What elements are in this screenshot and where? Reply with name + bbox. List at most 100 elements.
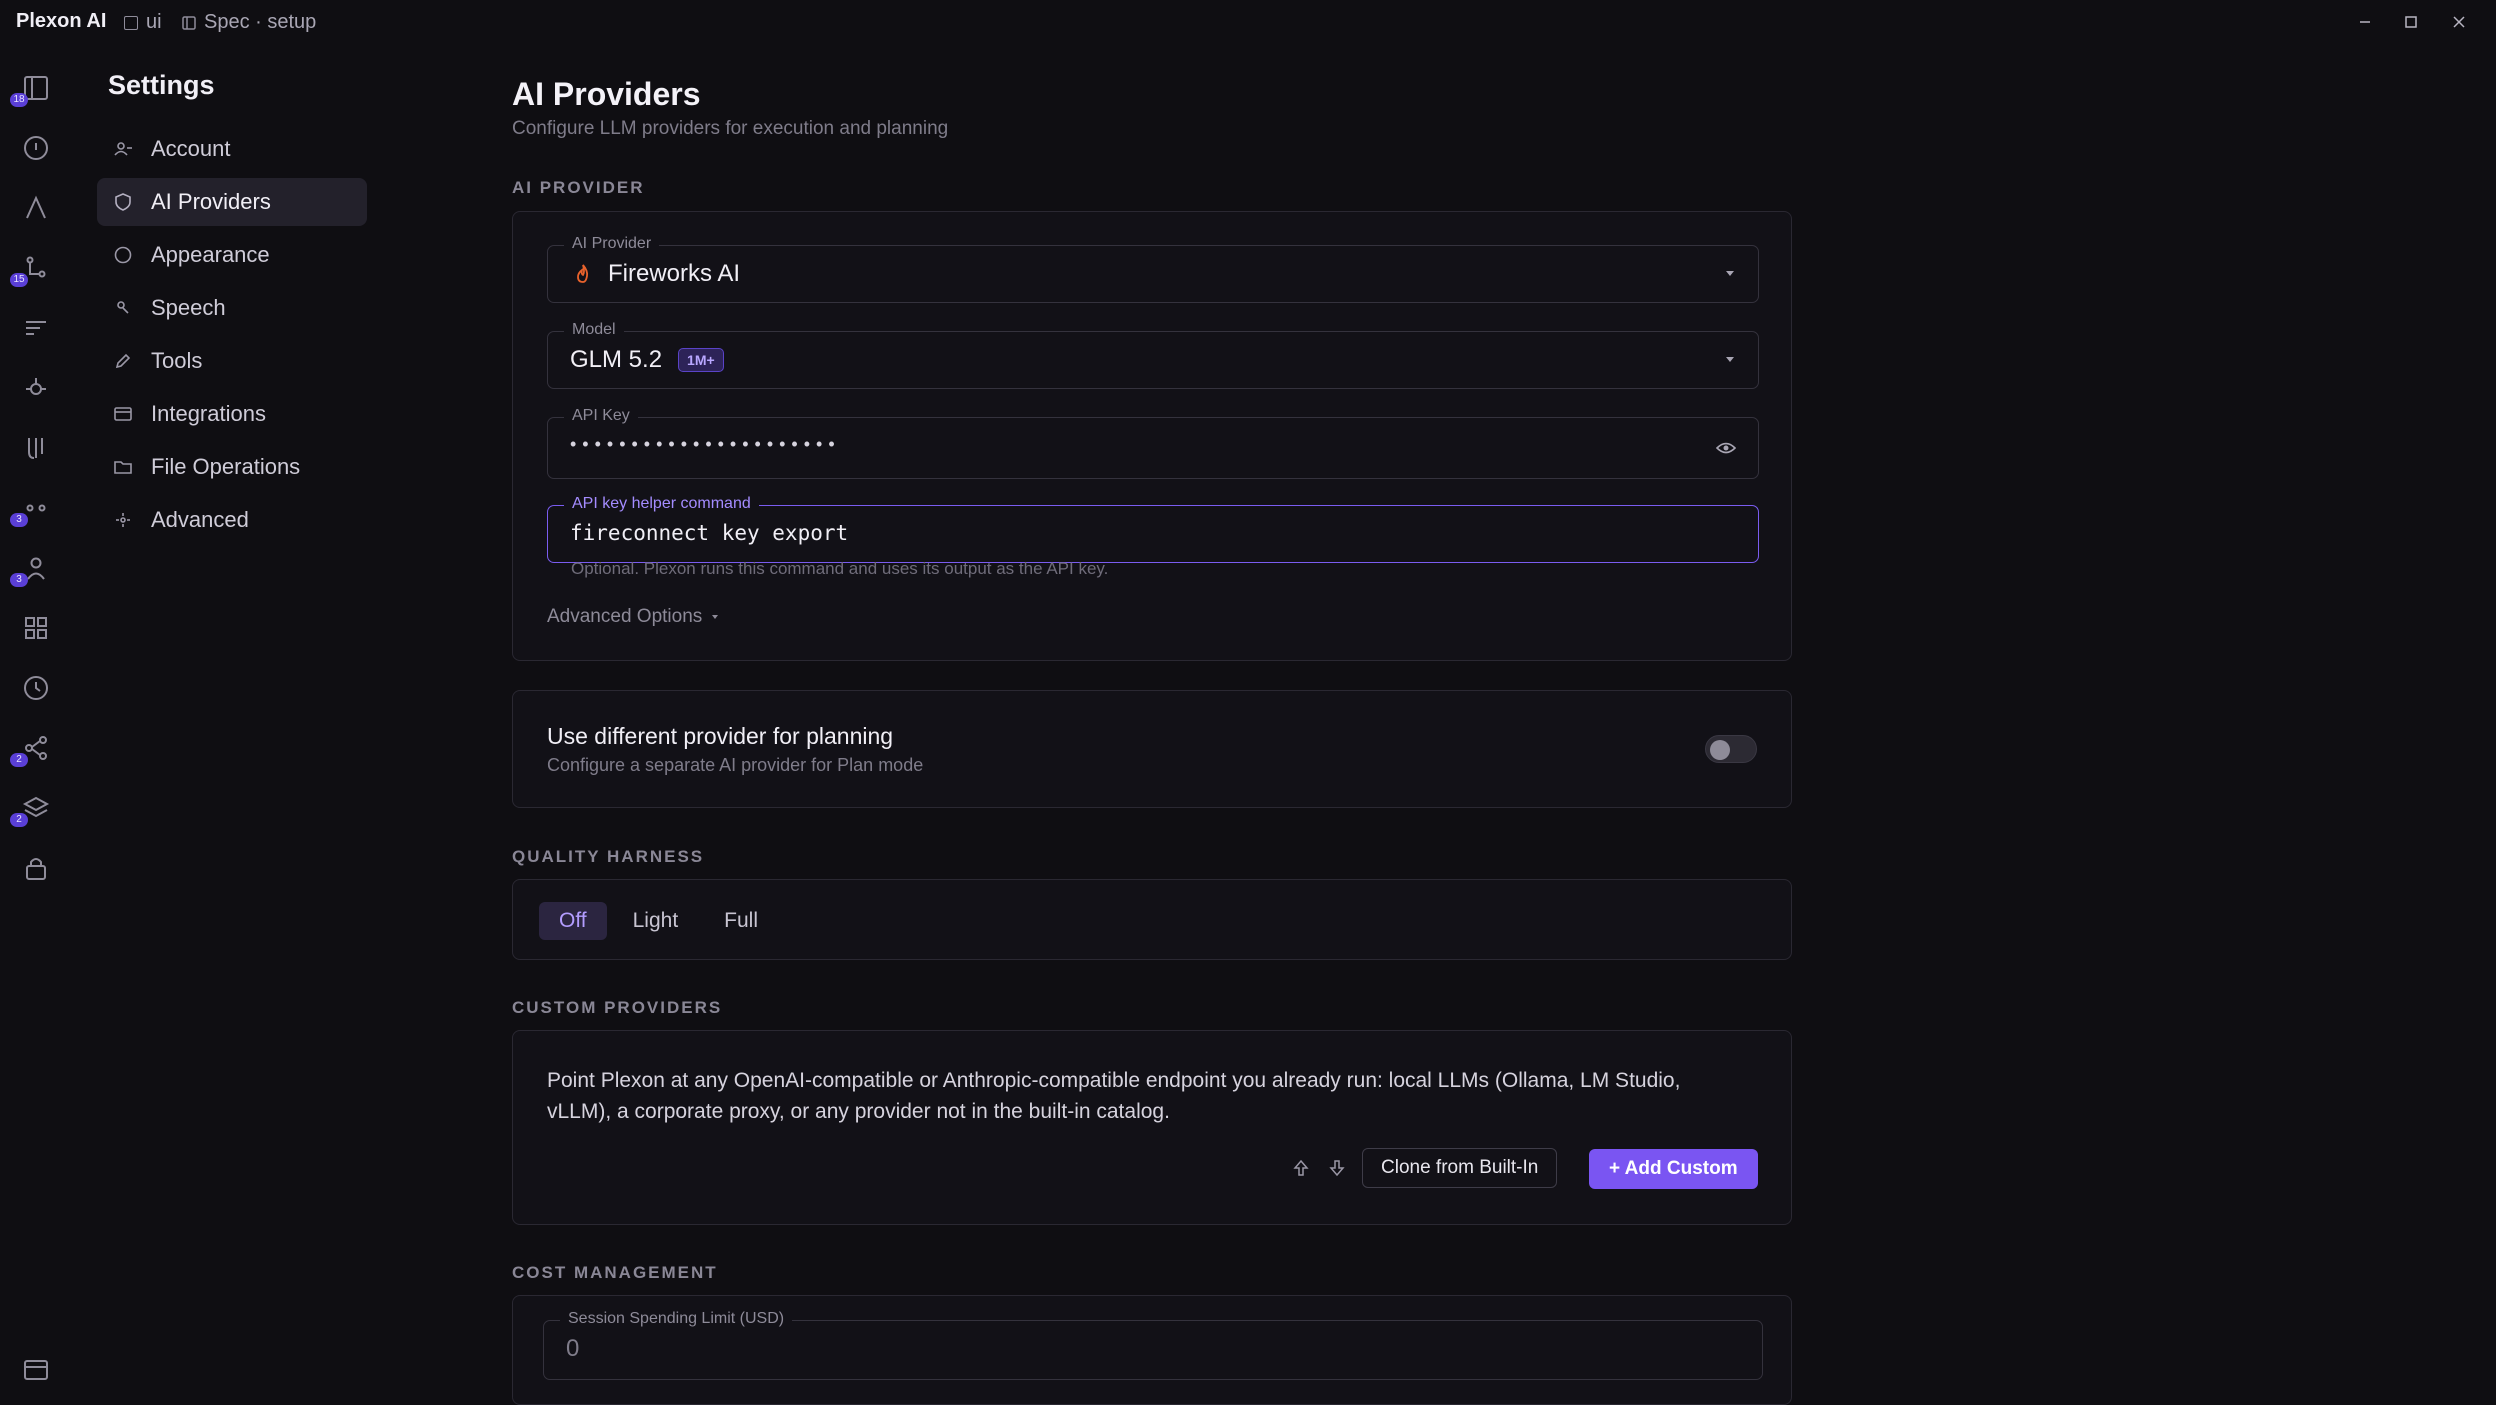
nav-item-tools[interactable]: Tools: [97, 337, 367, 385]
nav-label: Integrations: [151, 401, 266, 426]
rail-badge: 2: [10, 813, 28, 827]
spending-limit-input[interactable]: Session Spending Limit (USD) 0: [543, 1310, 1763, 1380]
field-label: Session Spending Limit (USD): [560, 1310, 793, 1328]
pencil-icon: [113, 351, 133, 371]
rail-user[interactable]: 3: [10, 548, 56, 588]
quality-option-light[interactable]: Light: [613, 902, 699, 940]
shield-icon: [113, 192, 133, 212]
letter-a-icon: [26, 195, 46, 219]
toggle-knob: [1710, 740, 1730, 760]
rail-dots[interactable]: 3: [10, 488, 56, 528]
app-name: Plexon AI: [16, 10, 107, 32]
api-key-field[interactable]: API Key ••••••••••••••••••••••: [547, 407, 1759, 479]
planning-provider-card: Use different provider for planning Conf…: [512, 690, 1792, 808]
eye-icon[interactable]: [1716, 440, 1736, 456]
tab-ui[interactable]: ui: [124, 11, 162, 34]
advanced-options-toggle[interactable]: Advanced Options: [547, 606, 719, 628]
tab-spec-setup[interactable]: Spec · setup: [182, 11, 316, 34]
close-button[interactable]: [2444, 8, 2474, 36]
quality-option-full[interactable]: Full: [704, 902, 778, 940]
rail-layers[interactable]: 2: [10, 788, 56, 828]
section-label-quality: QUALITY HARNESS: [512, 847, 705, 866]
rail-panel[interactable]: 18: [10, 68, 56, 108]
provider-select[interactable]: AI Provider Fireworks AI: [547, 235, 1759, 303]
helper-command-value: fireconnect key export: [570, 521, 849, 545]
arrow-down-icon: [1329, 1160, 1345, 1177]
rail-share[interactable]: 2: [10, 728, 56, 768]
minimize-button[interactable]: [2350, 8, 2380, 36]
section-label-custom: CUSTOM PROVIDERS: [512, 998, 723, 1017]
circle-icon: [113, 245, 133, 265]
rail-magnet[interactable]: [16, 428, 56, 468]
add-custom-button[interactable]: + Add Custom: [1589, 1149, 1758, 1189]
rail-badge: 3: [10, 573, 28, 587]
model-select[interactable]: Model GLM 5.2 1M+: [547, 321, 1759, 389]
section-label-cost: COST MANAGEMENT: [512, 1263, 718, 1282]
nav-item-speech[interactable]: Speech: [97, 284, 367, 332]
close-icon: [2453, 16, 2465, 28]
field-label: AI Provider: [564, 235, 660, 253]
panel-icon: [182, 15, 196, 30]
section-label-ai-provider: AI PROVIDER: [512, 178, 645, 197]
provider-value: Fireworks AI: [608, 260, 741, 287]
flame-icon: [574, 263, 592, 285]
tab-label: Spec · setup: [204, 11, 317, 33]
rail-info[interactable]: [16, 128, 56, 168]
helper-hint: Optional. Plexon runs this command and u…: [571, 559, 1109, 578]
nav-item-account[interactable]: Account: [97, 125, 367, 173]
info-icon: [24, 136, 48, 160]
rail-bug[interactable]: [16, 368, 56, 408]
planning-desc: Configure a separate AI provider for Pla…: [547, 755, 924, 775]
nav-label: Tools: [151, 348, 203, 373]
nav-item-advanced[interactable]: Advanced: [97, 496, 367, 544]
sparkle-icon: [113, 510, 133, 530]
nav-label: AI Providers: [151, 189, 271, 214]
chevron-down-icon: [1726, 357, 1734, 362]
import-button[interactable]: [1287, 1154, 1315, 1182]
list-icon: [26, 321, 46, 335]
nav-label: Advanced: [151, 507, 249, 532]
page-subtitle: Configure LLM providers for execution an…: [512, 118, 949, 139]
helper-command-input[interactable]: API key helper command fireconnect key e…: [547, 495, 1759, 563]
export-button[interactable]: [1323, 1154, 1351, 1182]
minimize-icon: [2360, 21, 2370, 23]
chevron-down-icon: [1726, 271, 1734, 276]
page-title: AI Providers: [512, 76, 701, 112]
nav-item-ai-providers[interactable]: AI Providers: [97, 178, 367, 226]
nav-item-file-operations[interactable]: File Operations: [97, 443, 367, 491]
icon-rail: 18 15 3 3 2 2: [0, 44, 72, 1404]
rail-lock[interactable]: [16, 848, 56, 888]
rail-list[interactable]: [16, 308, 56, 348]
quality-option-off[interactable]: Off: [539, 902, 607, 940]
planning-toggle[interactable]: [1705, 735, 1757, 763]
rail-font[interactable]: [16, 188, 56, 228]
rail-branch[interactable]: 15: [10, 248, 56, 288]
custom-providers-card: Point Plexon at any OpenAI-compatible or…: [512, 1030, 1792, 1225]
advanced-options-label: Advanced Options: [547, 606, 703, 627]
field-label: API Key: [564, 407, 638, 425]
magnet-icon: [28, 438, 43, 459]
rail-history[interactable]: [16, 668, 56, 708]
context-badge: 1M+: [678, 348, 724, 372]
mic-icon: [113, 298, 133, 318]
settings-title: Settings: [108, 70, 215, 100]
model-value: GLM 5.2: [570, 346, 663, 373]
api-key-value: ••••••••••••••••••••••: [570, 434, 841, 454]
card-icon: [113, 404, 133, 424]
folder-icon: [113, 457, 133, 477]
nav-item-integrations[interactable]: Integrations: [97, 390, 367, 438]
rail-terminal[interactable]: [16, 1350, 56, 1390]
maximize-icon: [2405, 16, 2417, 28]
nav-label: Appearance: [151, 242, 270, 267]
cost-management-card: Session Spending Limit (USD) 0: [512, 1295, 1792, 1405]
main-content: AI Providers Configure LLM providers for…: [512, 0, 1792, 1405]
grid-icon: [25, 617, 47, 639]
nav-item-appearance[interactable]: Appearance: [97, 231, 367, 279]
field-label: API key helper command: [564, 495, 759, 513]
maximize-button[interactable]: [2396, 8, 2426, 36]
rail-badge: 2: [10, 753, 28, 767]
rail-grid[interactable]: [16, 608, 56, 648]
user-icon: [113, 139, 133, 159]
terminal-panel-icon: [24, 1360, 48, 1380]
clone-from-builtin-button[interactable]: Clone from Built-In: [1362, 1148, 1558, 1188]
